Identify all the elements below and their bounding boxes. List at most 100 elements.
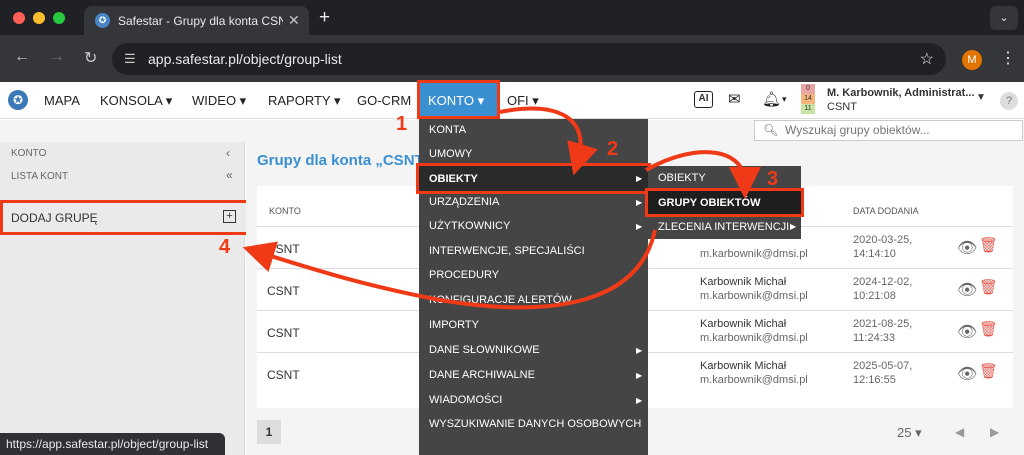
cell-konto: CSNT — [267, 242, 300, 256]
reload-icon[interactable]: ↻ — [84, 48, 97, 68]
add-group-button[interactable]: DODAJ GRUPĘ + — [0, 200, 249, 235]
cell-date: 2024-12-02, — [853, 276, 913, 288]
column-header-date[interactable]: DATA DODANIA — [853, 206, 919, 216]
double-collapse-icon[interactable]: « — [226, 168, 233, 182]
app-navbar: ✪ MAPA KONSOLA ▾ WIDEO ▾ RAPORTY ▾ GO-CR… — [0, 80, 1024, 119]
address-url[interactable]: app.safestar.pl/object/group-list — [148, 51, 342, 67]
browser-status-url: https://app.safestar.pl/object/group-lis… — [0, 433, 225, 455]
close-window-button[interactable] — [13, 12, 25, 24]
submenu-item-grupy-label: GRUPY OBIEKTÓW — [658, 197, 761, 209]
cell-name: Karbownik Michał — [700, 360, 787, 372]
nav-konto[interactable]: KONTO ▾ — [417, 80, 500, 119]
column-header-konto[interactable]: KONTO — [269, 206, 301, 216]
delete-trash-icon[interactable]: 🗑︎ — [979, 320, 998, 338]
view-eye-icon[interactable]: 👁︎ — [957, 322, 977, 342]
menu-item-obiekty[interactable]: OBIEKTY ▶ — [416, 163, 651, 194]
page-size-select[interactable]: 25 ▾ — [897, 425, 922, 441]
profile-avatar[interactable]: M — [962, 50, 982, 70]
page-title: Grupy dla konta „CSNT" — [257, 152, 431, 169]
user-org: CSNT — [827, 101, 857, 113]
tab-close-icon[interactable]: ✕ — [288, 12, 300, 29]
submenu-item-zlecenia[interactable]: ZLECENIA INTERWENCJI — [658, 221, 789, 233]
cell-konto: CSNT — [267, 368, 300, 382]
cell-email: m.karbownik@dmsi.pl — [700, 290, 808, 302]
help-icon[interactable]: ? — [1000, 92, 1018, 110]
submenu-arrow-icon: ▶ — [636, 346, 643, 355]
menu-item-wyszukiwanie[interactable]: WYSZUKIWANIE DANYCH OSOBOWYCH — [429, 418, 641, 430]
counter-green: 11 — [801, 104, 815, 114]
back-icon[interactable]: ← — [14, 48, 30, 66]
menu-item-konta[interactable]: KONTA — [429, 124, 466, 136]
cell-konto: CSNT — [267, 284, 300, 298]
site-info-icon[interactable]: ☰ — [124, 51, 136, 67]
nav-raporty[interactable]: RAPORTY ▾ — [268, 93, 341, 109]
menu-item-konfiguracje-alertow[interactable]: KONFIGURACJE ALERTÓW — [429, 294, 572, 306]
collapse-icon[interactable]: ‹ — [226, 146, 230, 160]
user-name[interactable]: M. Karbownik, Administrat... — [827, 87, 975, 99]
forward-icon[interactable]: → — [49, 48, 65, 66]
prev-page-icon[interactable]: ◀ — [955, 425, 964, 439]
nav-wideo[interactable]: WIDEO ▾ — [192, 93, 246, 109]
tab-search-icon[interactable]: ⌄ — [990, 6, 1018, 30]
delete-trash-icon[interactable]: 🗑︎ — [979, 362, 998, 380]
maximize-window-button[interactable] — [53, 12, 65, 24]
app-logo-icon[interactable]: ✪ — [8, 90, 28, 110]
submenu-item-obiekty[interactable]: OBIEKTY — [658, 172, 706, 184]
counter-orange: 14 — [801, 94, 815, 104]
plus-square-icon[interactable]: + — [223, 210, 236, 223]
step-number-3: 3 — [767, 168, 779, 190]
browser-toolbar: ← → ↻ ☰ app.safestar.pl/object/group-lis… — [0, 35, 1024, 82]
delete-trash-icon[interactable]: 🗑︎ — [979, 278, 998, 296]
submenu-item-grupy-obiektow[interactable]: GRUPY OBIEKTÓW — [645, 188, 804, 217]
bell-chevron-icon[interactable]: ▾ — [782, 94, 787, 105]
nav-konsola[interactable]: KONSOLA ▾ — [100, 93, 172, 109]
menu-item-uzytkownicy[interactable]: UŻYTKOWNICY — [429, 220, 510, 232]
next-page-icon[interactable]: ▶ — [990, 425, 999, 439]
sidebar-header-konto[interactable]: KONTO — [11, 148, 46, 159]
mail-icon[interactable]: ✉ — [728, 90, 741, 108]
delete-trash-icon[interactable]: 🗑︎ — [979, 236, 998, 254]
browser-menu-icon[interactable]: ⋮ — [1000, 48, 1016, 68]
submenu-arrow-icon: ▶ — [636, 371, 643, 380]
menu-item-interwencje[interactable]: INTERWENCJE, SPECJALIŚCI — [429, 245, 585, 257]
cell-time: 12:16:55 — [853, 374, 896, 386]
user-chevron-icon[interactable]: ▼ — [976, 92, 986, 103]
bookmark-star-icon[interactable]: ☆ — [920, 49, 934, 69]
search-input[interactable] — [785, 123, 1015, 137]
view-eye-icon[interactable]: 👁︎ — [957, 364, 977, 384]
menu-item-umowy[interactable]: UMOWY — [429, 148, 472, 160]
view-eye-icon[interactable]: 👁︎ — [957, 238, 977, 258]
menu-item-procedury[interactable]: PROCEDURY — [429, 269, 499, 281]
menu-item-wiadomosci[interactable]: WIADOMOŚCI — [429, 394, 502, 406]
cell-date: 2020-03-25, — [853, 234, 913, 246]
cell-konto: CSNT — [267, 326, 300, 340]
submenu-arrow-icon: ▶ — [636, 198, 643, 207]
submenu-arrow-icon: ▶ — [636, 174, 643, 183]
ai-icon[interactable]: AI — [694, 91, 713, 108]
address-bar[interactable]: ☰ app.safestar.pl/object/group-list ☆ — [112, 43, 946, 75]
nav-mapa[interactable]: MAPA — [44, 93, 80, 108]
menu-item-urzadzenia[interactable]: URZĄDZENIA — [429, 196, 499, 208]
step-number-1: 1 — [396, 113, 408, 135]
sidebar-header-lista-kont[interactable]: LISTA KONT — [11, 171, 68, 182]
group-search[interactable]: 🔍︎ — [754, 120, 1023, 141]
tab-title: Safestar - Grupy dla konta CSNT — [118, 14, 283, 28]
cell-name: Karbownik Michał — [700, 318, 787, 330]
page-1-button[interactable]: 1 — [257, 420, 281, 444]
nav-ofi[interactable]: OFI ▾ — [507, 93, 539, 109]
nav-go-crm[interactable]: GO-CRM — [357, 93, 411, 108]
menu-item-importy[interactable]: IMPORTY — [429, 319, 479, 331]
bell-icon[interactable]: 🔔︎ — [762, 90, 781, 108]
menu-item-dane-archiwalne[interactable]: DANE ARCHIWALNE — [429, 369, 535, 381]
konto-dropdown-menu: KONTA UMOWY OBIEKTY ▶ URZĄDZENIA ▶ UŻYTK… — [416, 119, 651, 455]
browser-tab[interactable]: ✪ Safestar - Grupy dla konta CSNT ✕ — [84, 6, 309, 35]
search-icon: 🔍︎ — [763, 123, 779, 137]
menu-item-dane-slownikowe[interactable]: DANE SŁOWNIKOWE — [429, 344, 540, 356]
alert-counters[interactable]: 0 14 11 — [801, 84, 815, 116]
view-eye-icon[interactable]: 👁︎ — [957, 280, 977, 300]
step-number-4: 4 — [219, 236, 231, 258]
cell-time: 10:21:08 — [853, 290, 896, 302]
cell-date: 2025-05-07, — [853, 360, 913, 372]
minimize-window-button[interactable] — [33, 12, 45, 24]
new-tab-button[interactable]: + — [319, 7, 330, 29]
